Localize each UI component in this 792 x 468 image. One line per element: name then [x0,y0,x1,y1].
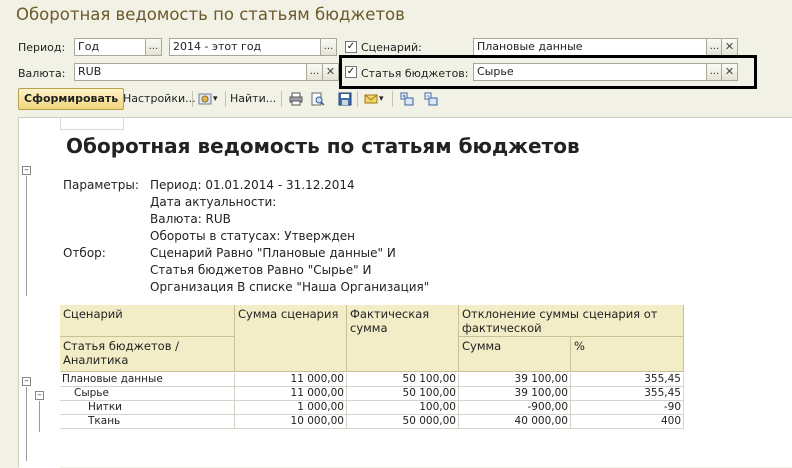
mail-dropdown-icon[interactable]: ▾ [379,88,384,110]
window-title: Оборотная ведомость по статьям бюджетов [16,5,405,24]
param-line: Обороты в статусах: Утвержден [150,229,355,243]
group-line [26,176,27,296]
row-name: Сырье [60,387,235,401]
group-collapse-icon[interactable]: – [35,391,44,400]
row-sum: 10 000,00 [235,415,347,429]
highlight-frame [339,55,757,89]
row-fact: 100,00 [347,401,459,415]
toolbar-separator [225,91,226,107]
row-dev: -900,00 [459,401,571,415]
params-label: Параметры: [63,178,139,192]
ruler-marker [60,118,124,130]
scenario-label: Сценарий: [361,41,422,54]
row-dev: 40 000,00 [459,415,571,429]
row-sum: 11 000,00 [235,373,347,387]
param-line: Валюта: RUB [150,212,231,226]
settings-variant-dropdown-icon[interactable]: ▾ [213,88,218,110]
group-line [26,387,27,461]
group-line [39,401,40,432]
row-name: Плановые данные [60,373,235,387]
toolbar-separator [392,91,393,107]
toolbar-separator [281,91,282,107]
collapse-icon[interactable] [424,92,438,106]
settings-button[interactable]: Настройки... [123,88,196,110]
header-fact-sum: Фактическая сумма [347,305,459,372]
print-icon[interactable] [289,92,303,106]
period-range-field[interactable]: 2014 - этот год [169,38,321,56]
filter-label: Отбор: [63,246,106,260]
row-name: Нитки [60,401,235,415]
toolbar-separator [192,91,193,107]
find-button[interactable]: Найти... [230,88,276,110]
group-collapse-icon[interactable]: – [22,166,31,175]
row-dev: 39 100,00 [459,373,571,387]
header-deviation-pct: % [571,337,684,372]
mail-icon[interactable] [364,92,378,106]
header-budget-item: Статья бюджетов / Аналитика [60,337,235,372]
group-collapse-icon[interactable]: – [22,377,31,386]
settings-variant-icon[interactable] [198,92,212,106]
filter-line: Сценарий Равно "Плановые данные" И [150,246,396,260]
row-pct: 355,45 [571,373,684,387]
row-pct: 400 [571,415,684,429]
period-type-select-button[interactable]: ... [145,38,162,56]
filter-line: Статья бюджетов Равно "Сырье" И [150,263,372,277]
row-pct: -90 [571,401,684,415]
period-type-field[interactable]: Год [74,38,146,56]
preview-icon[interactable] [311,92,325,106]
grouping-gutter: – – – [19,118,60,468]
save-icon[interactable] [338,92,352,106]
currency-label: Валюта: [18,67,66,80]
scenario-checkbox[interactable]: ✓ [345,41,357,53]
scenario-field[interactable]: Плановые данные [473,38,708,56]
row-fact: 50 100,00 [347,373,459,387]
toolbar: Сформировать Настройки... ▾ Найти... ▾ [14,88,454,110]
generate-button[interactable]: Сформировать [18,88,125,110]
row-name: Ткань [60,415,235,429]
report-area[interactable]: – – – Оборотная ведомость по статьям бюд… [18,117,792,468]
param-line: Дата актуальности: [150,195,277,209]
currency-clear-button[interactable]: ✕ [322,63,339,81]
scenario-clear-button[interactable]: ✕ [721,38,738,56]
currency-select-button[interactable]: ... [306,63,323,81]
period-range-select-button[interactable]: ... [320,38,337,56]
row-fact: 50 000,00 [347,415,459,429]
toolbar-separator [357,91,358,107]
row-sum: 1 000,00 [235,401,347,415]
header-scenario-sum: Сумма сценария [235,305,347,372]
header-deviation: Отклонение суммы сценария от фактической [459,305,684,337]
row-dev: 39 100,00 [459,387,571,401]
param-line: Период: 01.01.2014 - 31.12.2014 [150,178,355,192]
header-deviation-sum: Сумма [459,337,571,372]
filter-line: Организация В списке "Наша Организация" [150,280,430,294]
row-sum: 11 000,00 [235,387,347,401]
expand-icon[interactable] [400,92,414,106]
report-title: Оборотная ведомость по статьям бюджетов [66,134,580,158]
row-fact: 50 100,00 [347,387,459,401]
row-pct: 355,45 [571,387,684,401]
period-label: Период: [18,41,66,54]
currency-field[interactable]: RUB [74,63,307,81]
header-scenario: Сценарий [60,305,235,337]
